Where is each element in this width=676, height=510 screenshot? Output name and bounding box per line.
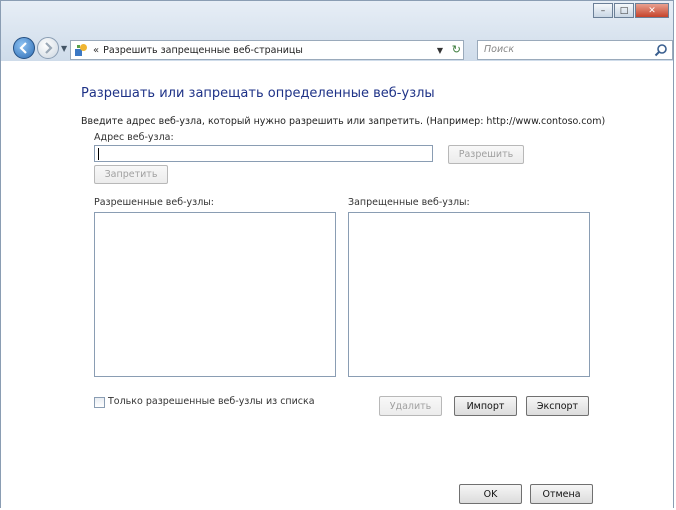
- only-allowed-checkbox[interactable]: [94, 397, 105, 408]
- allow-button[interactable]: Разрешить: [448, 145, 524, 164]
- address-bar[interactable]: « Разрешить запрещенные веб-страницы ▼ ↻: [70, 40, 464, 60]
- forward-button[interactable]: [37, 37, 59, 59]
- import-button[interactable]: Импорт: [454, 396, 517, 416]
- delete-button[interactable]: Удалить: [379, 396, 442, 416]
- breadcrumb-chevron[interactable]: «: [93, 45, 99, 56]
- close-button[interactable]: ✕: [635, 3, 669, 18]
- search-input[interactable]: Поиск: [477, 40, 673, 60]
- navigation-bar: ▼ « Разрешить запрещенные веб-страницы ▼…: [1, 34, 673, 62]
- instruction-text: Введите адрес веб-узла, который нужно ра…: [81, 116, 606, 127]
- title-bar: – □ ✕ ▼ « Разрешить запрещенные веб-стра…: [1, 1, 673, 61]
- blocked-sites-label: Запрещенные веб-узлы:: [348, 197, 470, 208]
- export-button[interactable]: Экспорт: [526, 396, 589, 416]
- page-title: Разрешать или запрещать определенные веб…: [81, 86, 435, 101]
- search-placeholder: Поиск: [484, 44, 515, 55]
- ok-button[interactable]: OK: [459, 484, 522, 504]
- website-address-input[interactable]: [94, 145, 433, 162]
- refresh-icon[interactable]: ↻: [452, 43, 461, 56]
- address-dropdown-icon[interactable]: ▼: [437, 46, 443, 55]
- breadcrumb-current[interactable]: Разрешить запрещенные веб-страницы: [103, 45, 303, 56]
- forward-arrow-icon: [45, 42, 53, 54]
- recent-pages-dropdown-icon[interactable]: ▼: [61, 44, 67, 53]
- block-button[interactable]: Запретить: [94, 165, 168, 184]
- back-button[interactable]: [13, 37, 35, 59]
- maximize-icon: □: [619, 5, 629, 16]
- minimize-icon: –: [600, 5, 606, 16]
- address-label: Адрес веб-узла:: [94, 132, 174, 143]
- main-content: Разрешать или запрещать определенные веб…: [1, 62, 673, 509]
- window-controls: – □ ✕: [592, 3, 669, 18]
- allowed-sites-label: Разрешенные веб-узлы:: [94, 197, 214, 208]
- window: – □ ✕ ▼ « Разрешить запрещенные веб-стра…: [0, 0, 674, 509]
- search-icon[interactable]: [654, 43, 668, 57]
- maximize-button[interactable]: □: [614, 3, 634, 18]
- blocked-sites-list[interactable]: [348, 212, 590, 377]
- close-icon: ✕: [648, 5, 656, 16]
- back-arrow-icon: [19, 42, 27, 54]
- only-allowed-label[interactable]: Только разрешенные веб-узлы из списка: [108, 396, 315, 407]
- minimize-button[interactable]: –: [593, 3, 613, 18]
- text-caret: [98, 148, 99, 160]
- control-panel-icon: [74, 43, 88, 57]
- cancel-button[interactable]: Отмена: [530, 484, 593, 504]
- allowed-sites-list[interactable]: [94, 212, 336, 377]
